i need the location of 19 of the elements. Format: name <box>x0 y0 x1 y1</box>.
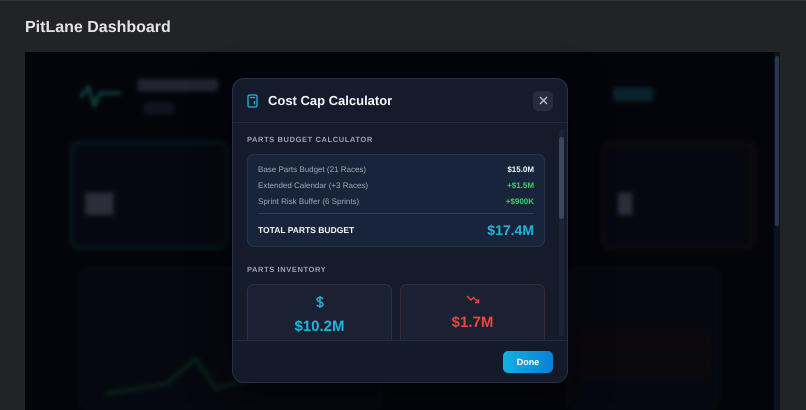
trend-down-icon <box>466 295 480 305</box>
dialog-title: Cost Cap Calculator <box>268 93 394 108</box>
budget-label: Sprint Risk Buffer (6 Sprints) <box>258 196 360 206</box>
done-button[interactable]: Done <box>503 350 553 372</box>
budget-value: +$900K <box>506 196 534 206</box>
budget-value: +$1.5M <box>507 180 534 190</box>
calculator-icon <box>247 94 258 108</box>
budget-label: Extended Calendar (+3 Races) <box>258 180 368 190</box>
budget-value: $15.0M <box>507 164 534 174</box>
dollar-icon <box>314 295 326 309</box>
total-label: TOTAL PARTS BUDGET <box>258 225 354 235</box>
close-button[interactable] <box>533 90 553 110</box>
inventory-value: $10.2M <box>294 318 345 335</box>
close-icon <box>538 96 548 105</box>
page-title: PitLane Dashboard <box>25 18 172 38</box>
scrollbar[interactable] <box>559 129 564 336</box>
total-value: $17.4M <box>487 222 534 238</box>
inventory-value: $1.7M <box>452 314 494 331</box>
budget-label: Base Parts Budget (21 Races) <box>258 164 366 174</box>
